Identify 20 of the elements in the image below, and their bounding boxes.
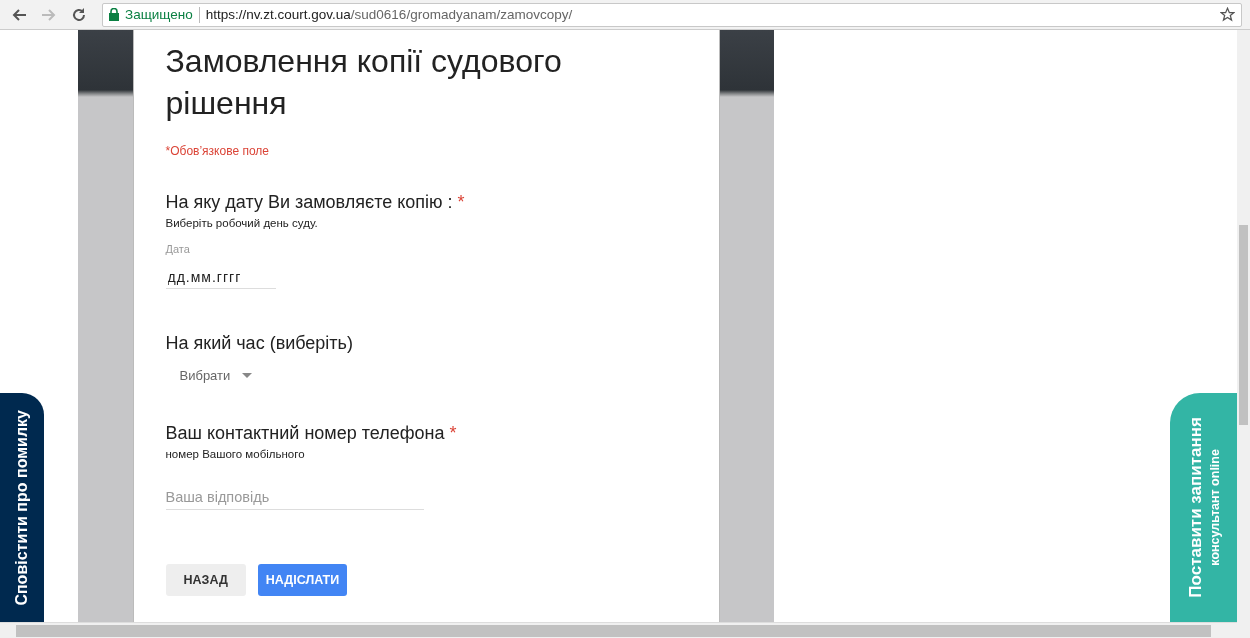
address-bar[interactable]: Защищено https://nv.zt.court.gov.ua/sud0616/gromadyanam/zamovcopy/ [102,2,1242,27]
required-asterisk: * [449,423,457,443]
time-dropdown[interactable]: Вибрати [165,362,267,389]
bookmark-star-icon[interactable] [1220,7,1235,22]
question-title: Ваш контактний номер телефона [165,423,445,443]
caret-icon [242,372,253,379]
question-description: номер Вашого мобільного [165,448,306,460]
question-description: Виберіть робочий день суду. [165,217,319,229]
lock-icon [109,8,119,21]
url-text: https://nv.zt.court.gov.ua/sud0616/gromadyanam/zamovcopy/ [205,7,573,22]
required-note: *Обов’язкове поле [165,144,270,158]
back-button[interactable]: НАЗАД [165,564,246,596]
question-title: На який час (виберіть) [165,333,353,353]
question-title: На яку дату Ви замовляєте копію : [165,192,453,212]
secure-label: Защищено [125,7,193,22]
form-title: Замовлення копії судового рішення [165,42,563,123]
submit-button[interactable]: НАДІСЛАТИ [257,564,348,596]
field-label: Дата [165,243,191,255]
report-error-tab[interactable]: Сповістити про помилку [0,393,44,622]
required-asterisk: * [457,192,465,212]
